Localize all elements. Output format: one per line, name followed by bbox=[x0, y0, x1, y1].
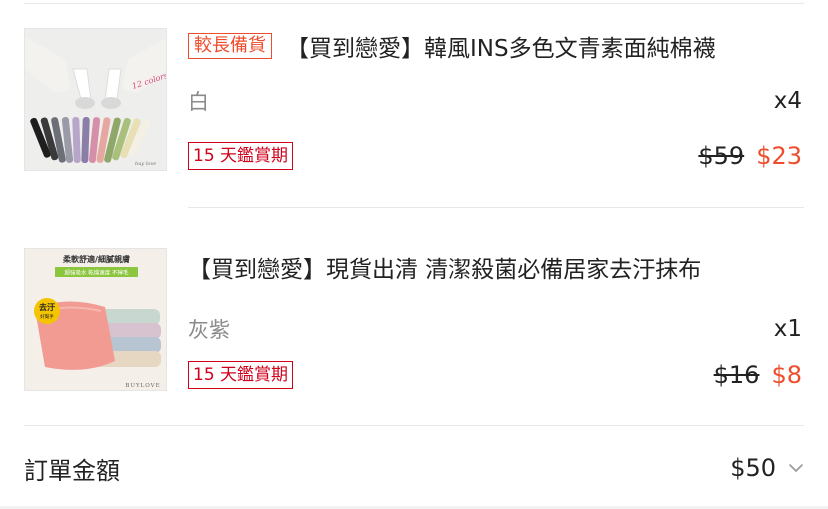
svg-text:buy love: buy love bbox=[135, 161, 156, 167]
preorder-tag: 較長備貨 bbox=[188, 33, 272, 59]
image-badge: 去汙 bbox=[39, 302, 55, 312]
price-group: $59 $23 bbox=[698, 142, 802, 170]
image-subline: 超強吸水 乾燥速度 不掉毛 bbox=[65, 269, 129, 277]
trial-period-tag: 15 天鑑賞期 bbox=[188, 361, 294, 389]
title-row[interactable]: 較長備貨 【買到戀愛】韓風INS多色文青素面純棉襪 bbox=[188, 26, 802, 66]
price-row: 15 天鑑賞期 $59 $23 bbox=[188, 136, 802, 176]
product-image-socks[interactable]: 12 colors buy love bbox=[24, 28, 167, 171]
order-total-row[interactable]: 訂單金額 $50 bbox=[24, 446, 804, 490]
trial-period-tag: 15 天鑑賞期 bbox=[188, 142, 294, 170]
item-info: 較長備貨 【買到戀愛】韓風INS多色文青素面純棉襪 白 x4 15 天鑑賞期 $… bbox=[188, 0, 802, 208]
image-brand: BUYLOVE bbox=[125, 383, 160, 389]
item-info: 【買到戀愛】現貨出清 清潔殺菌必備居家去汙抹布 灰紫 x1 15 天鑑賞期 $1… bbox=[188, 208, 802, 426]
image-badge-sub: 好幫手 bbox=[40, 313, 54, 320]
total-divider bbox=[24, 425, 804, 426]
order-total-amount: $50 bbox=[730, 454, 776, 482]
order-total-label: 訂單金額 bbox=[24, 456, 120, 485]
order-item[interactable]: 12 colors buy love 較長備貨 【買到戀愛】韓風INS多色文青素… bbox=[0, 0, 828, 208]
socks-photo: 12 colors buy love bbox=[25, 29, 166, 170]
chevron-down-icon[interactable] bbox=[788, 460, 804, 476]
towels-photo: 柔軟舒適/細膩親膚 超強吸水 乾燥速度 不掉毛 去汙 好幫手 BUYLOVE bbox=[25, 249, 166, 390]
variant-label: 白 bbox=[188, 90, 209, 114]
product-title[interactable]: 【買到戀愛】韓風INS多色文青素面純棉襪 bbox=[286, 29, 802, 63]
image-headline: 柔軟舒適/細膩親膚 bbox=[62, 254, 130, 264]
order-total-value-group[interactable]: $50 bbox=[730, 454, 804, 482]
title-row[interactable]: 【買到戀愛】現貨出清 清潔殺菌必備居家去汙抹布 bbox=[188, 247, 802, 287]
price-group: $16 $8 bbox=[714, 361, 802, 389]
product-title[interactable]: 【買到戀愛】現貨出清 清潔殺菌必備居家去汙抹布 bbox=[188, 250, 802, 284]
quantity-label: x4 bbox=[773, 88, 802, 114]
original-price: $59 bbox=[698, 142, 745, 170]
sale-price: $8 bbox=[771, 361, 802, 389]
quantity-label: x1 bbox=[773, 316, 802, 342]
sale-price: $23 bbox=[756, 142, 802, 170]
price-row: 15 天鑑賞期 $16 $8 bbox=[188, 355, 802, 395]
variant-label: 灰紫 bbox=[188, 318, 230, 342]
variant-row: 灰紫 x1 bbox=[188, 309, 802, 349]
order-item[interactable]: 柔軟舒適/細膩親膚 超強吸水 乾燥速度 不掉毛 去汙 好幫手 BUYLOVE 【… bbox=[0, 208, 828, 426]
original-price: $16 bbox=[713, 361, 760, 389]
variant-row: 白 x4 bbox=[188, 81, 802, 121]
product-image-towels[interactable]: 柔軟舒適/細膩親膚 超強吸水 乾燥速度 不掉毛 去汙 好幫手 BUYLOVE bbox=[24, 248, 167, 391]
